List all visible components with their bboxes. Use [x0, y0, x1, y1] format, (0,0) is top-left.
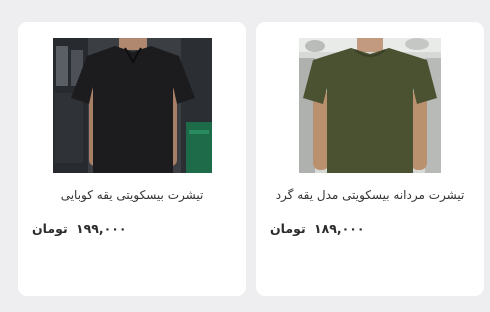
- product-card-round-neck[interactable]: تیشرت مردانه بیسکویتی مدل یقه گرد ۱۸۹,۰۰…: [256, 22, 484, 296]
- product-image-olive-tshirt[interactable]: [299, 38, 441, 173]
- black-tshirt-photo: [53, 38, 212, 173]
- price-value: ۱۹۹,۰۰۰: [76, 221, 127, 236]
- product-name[interactable]: تیشرت مردانه بیسکویتی مدل یقه گرد: [266, 188, 474, 202]
- price-currency: تومان: [32, 221, 68, 236]
- price-value: ۱۸۹,۰۰۰: [314, 221, 365, 236]
- olive-tshirt-photo: [299, 38, 441, 173]
- price-currency: تومان: [270, 221, 306, 236]
- product-card-cuban-collar[interactable]: تیشرت بیسکویتی یقه کوبایی ۱۹۹,۰۰۰ تومان: [18, 22, 246, 296]
- product-image-black-tshirt[interactable]: [53, 38, 212, 173]
- product-name[interactable]: تیشرت بیسکویتی یقه کوبایی: [28, 188, 236, 202]
- product-price: ۱۹۹,۰۰۰ تومان: [32, 221, 127, 236]
- product-price: ۱۸۹,۰۰۰ تومان: [270, 221, 365, 236]
